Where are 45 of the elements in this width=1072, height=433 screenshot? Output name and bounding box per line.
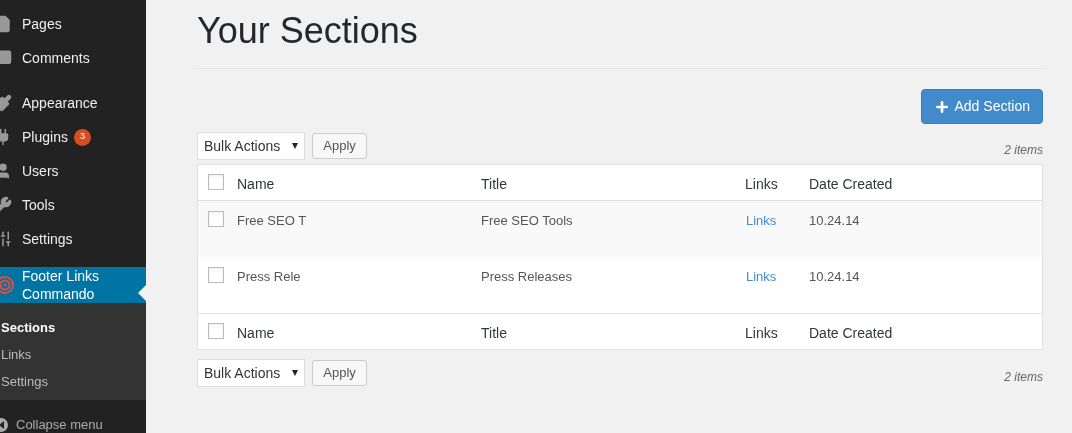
submenu-item[interactable]: Sections xyxy=(0,314,146,341)
column-footer[interactable]: Name xyxy=(237,323,481,344)
active-menu-item[interactable]: Footer Links Commando xyxy=(0,267,146,303)
menu-item[interactable]: Plugins 3 xyxy=(0,120,146,154)
submenu-item[interactable]: Links xyxy=(0,341,146,368)
links-link[interactable]: Links xyxy=(741,211,809,231)
caret-icon xyxy=(292,370,299,376)
checkbox[interactable] xyxy=(208,211,224,227)
submenu-item[interactable]: Settings xyxy=(0,368,146,395)
table-cell-text: Free SEO T xyxy=(237,212,308,230)
menu-item[interactable]: Tools xyxy=(0,188,146,222)
column-header[interactable]: Name xyxy=(237,174,481,195)
column-header[interactable]: Title xyxy=(481,174,741,195)
menu-item[interactable]: Appearance xyxy=(0,86,146,120)
menu-item[interactable]: Users xyxy=(0,154,146,188)
update-count-badge: 3 xyxy=(73,128,91,146)
column-footer[interactable]: Links xyxy=(741,323,809,344)
menu-item[interactable]: Comments xyxy=(0,41,146,75)
caret-icon xyxy=(292,143,299,149)
item-count: 2 items xyxy=(1004,142,1043,159)
links-link[interactable]: Links xyxy=(741,267,809,287)
checkbox[interactable] xyxy=(208,267,224,283)
column-header[interactable]: Links xyxy=(741,174,809,195)
add-section-button[interactable]: Add Section xyxy=(920,89,1043,124)
checkbox[interactable] xyxy=(208,323,224,339)
item-count: 2 items xyxy=(1004,369,1043,386)
table-cell-text: Free SEO Tools xyxy=(481,212,574,230)
table-cell-text: 10.24.14 xyxy=(809,212,861,230)
column-footer[interactable]: Date Created xyxy=(809,323,1042,344)
apply-button[interactable]: Apply xyxy=(312,133,367,159)
target-icon xyxy=(0,276,14,294)
table-cell-text: 10.24.14 xyxy=(809,268,861,286)
menu-item[interactable]: Settings xyxy=(0,222,146,256)
page-title: Your Sections xyxy=(197,9,419,53)
bulk-actions-dropdown[interactable]: Bulk Actions xyxy=(197,359,306,387)
apply-button[interactable]: Apply xyxy=(312,360,367,386)
table-cell-text: Press Releases xyxy=(481,268,574,286)
column-header[interactable]: Date Created xyxy=(809,174,1042,195)
bulk-actions-dropdown[interactable]: Bulk Actions xyxy=(197,132,306,160)
column-footer[interactable]: Title xyxy=(481,323,741,344)
table-cell-text: Press Rele xyxy=(237,268,302,286)
collapse-menu-button[interactable]: Collapse menu xyxy=(0,400,146,433)
checkbox[interactable] xyxy=(208,174,224,190)
menu-item[interactable]: Pages xyxy=(0,7,146,41)
plus-icon xyxy=(933,98,950,115)
